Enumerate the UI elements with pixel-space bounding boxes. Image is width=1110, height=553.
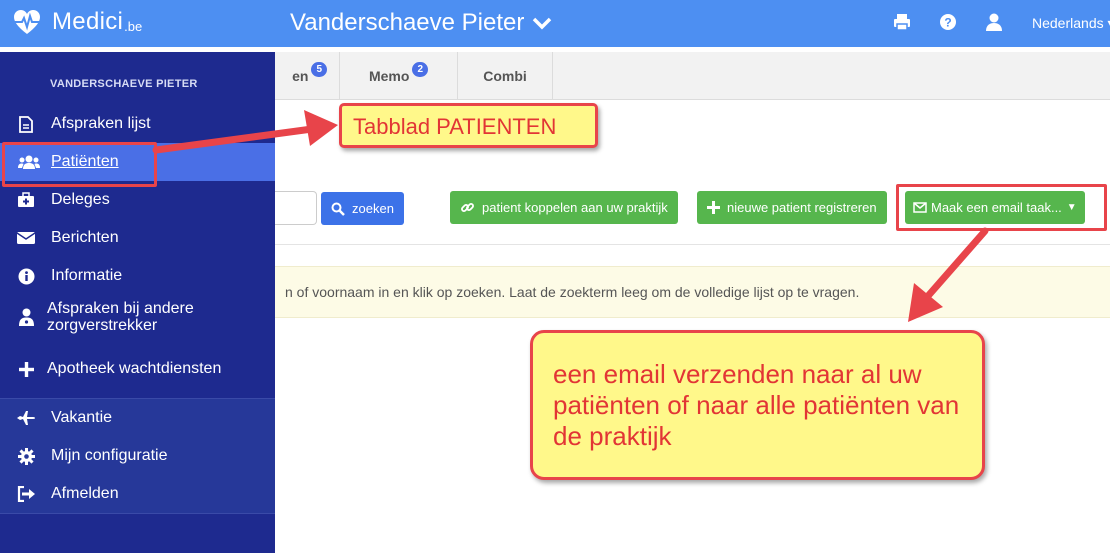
tab-label: en: [292, 68, 309, 84]
info-icon: [16, 266, 36, 286]
sidebar-item-label: Berichten: [51, 229, 119, 246]
search-input[interactable]: [275, 191, 317, 225]
plus-icon: [707, 201, 720, 214]
sidebar-item-label: Vakantie: [51, 409, 113, 426]
sidebar-item-label: Afspraken lijst: [51, 115, 151, 132]
heartbeat-icon: [14, 10, 40, 34]
tab-memo[interactable]: Memo 2: [340, 52, 458, 100]
info-alert-text: n of voornaam in en klik op zoeken. Laat…: [285, 284, 860, 300]
sidebar-item-label: Mijn configuratie: [51, 447, 168, 464]
tab-combi[interactable]: Combi: [458, 52, 553, 100]
gear-icon: [16, 446, 36, 466]
brand-tld: .be: [124, 18, 143, 34]
sidebar-item-label-line1: Afspraken bij andere: [47, 300, 194, 317]
callout-tab-text: Tabblad PATIENTEN: [353, 114, 557, 139]
print-icon[interactable]: [892, 12, 912, 32]
callout-email: een email verzenden naar al uw patiënten…: [530, 330, 985, 480]
help-icon[interactable]: ?: [938, 12, 958, 32]
link-icon: [461, 203, 474, 212]
callout-email-text: een email verzenden naar al uw patiënten…: [553, 359, 960, 451]
sidebar-item-apotheek[interactable]: Apotheek wachtdiensten: [0, 350, 275, 388]
tab-badge: 2: [412, 61, 428, 77]
top-navbar: Medici .be Vanderschaeve Pieter ? Nederl…: [0, 0, 1110, 47]
user-switcher[interactable]: Vanderschaeve Pieter: [290, 9, 552, 37]
caret-down-icon: ▾: [1104, 15, 1110, 31]
tab-patients[interactable]: en 5: [275, 52, 340, 100]
language-dropdown[interactable]: Nederlands ▾: [1032, 15, 1110, 32]
sidebar: VANDERSCHAEVE PIETER Afspraken lijst Pat…: [0, 52, 275, 553]
link-patient-label: patient koppelen aan uw praktijk: [482, 200, 668, 215]
sidebar-item-label: Apotheek wachtdiensten: [47, 360, 222, 377]
plane-icon: [16, 408, 36, 428]
user-doctor-icon: [16, 307, 36, 327]
sidebar-item-mijn-configuratie[interactable]: Mijn configuratie: [0, 437, 275, 475]
brand-logo[interactable]: Medici .be: [12, 8, 142, 36]
chevron-down-icon: [533, 17, 552, 30]
sidebar-item-berichten[interactable]: Berichten: [0, 219, 275, 257]
user-icon[interactable]: [984, 12, 1004, 32]
file-icon: [16, 114, 36, 134]
search-icon: [331, 202, 345, 216]
sidebar-item-afmelden[interactable]: Afmelden: [0, 475, 275, 513]
svg-text:?: ?: [944, 16, 951, 30]
sidebar-item-afspraken-andere[interactable]: Afspraken bij andere zorgverstrekker: [0, 295, 275, 339]
tab-label: Memo: [368, 68, 410, 84]
plus-icon: [16, 359, 36, 379]
callout-tab-patienten: Tabblad PATIENTEN: [339, 103, 598, 148]
new-patient-button[interactable]: nieuwe patient registreren: [697, 191, 887, 224]
sign-out-icon: [16, 484, 36, 504]
highlight-patienten-item: [2, 142, 157, 187]
sidebar-item-label: Informatie: [51, 267, 123, 284]
sidebar-item-label: Afspraken bij andere zorgverstrekker: [47, 300, 194, 334]
sidebar-item-label: Deleges: [51, 191, 110, 208]
search-button-label: zoeken: [352, 201, 394, 216]
sidebar-item-informatie[interactable]: Informatie: [0, 257, 275, 295]
tab-bar: en 5 Memo 2 Combi: [275, 52, 1110, 100]
tab-badge: 5: [311, 61, 327, 77]
medkit-icon: [16, 190, 36, 210]
new-patient-label: nieuwe patient registreren: [727, 200, 877, 215]
sidebar-item-afspraken-lijst[interactable]: Afspraken lijst: [0, 105, 275, 143]
sidebar-item-vakantie[interactable]: Vakantie: [0, 399, 275, 437]
sidebar-item-label-line2: zorgverstrekker: [47, 317, 158, 334]
link-patient-button[interactable]: patient koppelen aan uw praktijk: [450, 191, 678, 224]
divider: [275, 244, 1110, 245]
highlight-email-button: [896, 184, 1107, 231]
search-button[interactable]: zoeken: [321, 192, 404, 225]
tab-label: Combi: [483, 68, 527, 84]
envelope-icon: [16, 228, 36, 248]
language-label: Nederlands: [1032, 15, 1104, 31]
brand-name: Medici: [52, 8, 124, 35]
sidebar-item-label: Afmelden: [51, 485, 119, 502]
sidebar-heading: VANDERSCHAEVE PIETER: [50, 78, 198, 90]
user-title-label: Vanderschaeve Pieter: [290, 9, 525, 36]
